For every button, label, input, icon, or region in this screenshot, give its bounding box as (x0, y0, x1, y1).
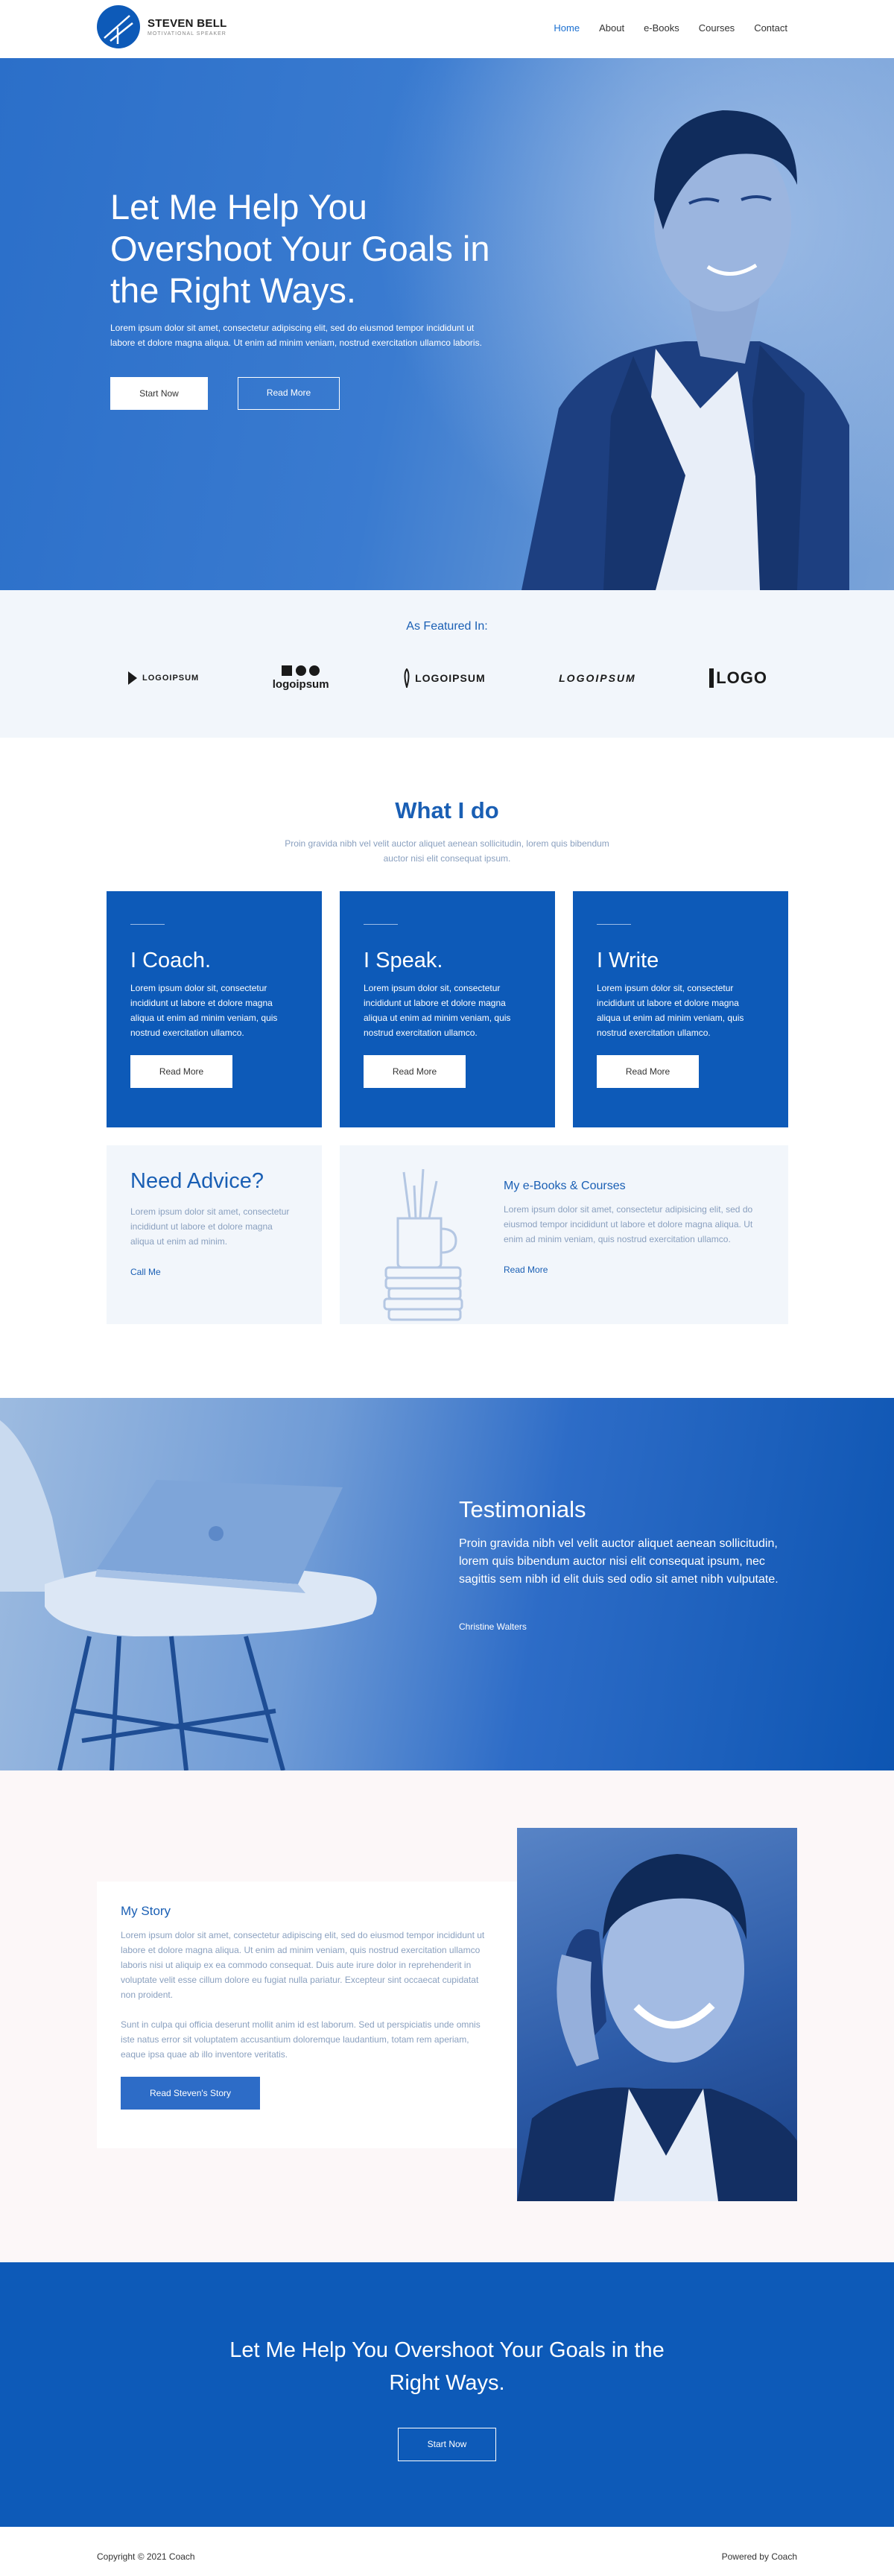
cta-start-now-button[interactable]: Start Now (398, 2428, 496, 2461)
advice-title: Need Advice? (130, 1169, 264, 1193)
main-nav: Home About e-Books Courses Contact (554, 22, 787, 34)
ebooks-read-more-link[interactable]: Read More (504, 1265, 757, 1275)
ebooks-title: My e-Books & Courses (504, 1180, 626, 1192)
card-divider (364, 924, 398, 925)
story-portrait-image (517, 1828, 797, 2201)
site-header: STEVEN BELL MOTIVATIONAL SPEAKER Home Ab… (0, 0, 894, 58)
card-divider (597, 924, 631, 925)
brand-name: STEVEN BELL (148, 17, 227, 30)
copyright-text: Copyright © 2021 Coach (97, 2551, 195, 2562)
featured-logo-1: LOGOIPSUM (127, 670, 199, 686)
what-subtitle: Proin gravida nibh vel velit auctor aliq… (285, 838, 609, 864)
featured-logo-5: LOGO (709, 668, 767, 688)
featured-logo-2: logoipsum (273, 665, 329, 691)
story-card: My Story Lorem ipsum dolor sit amet, con… (97, 1882, 517, 2148)
write-read-more-button[interactable]: Read More (597, 1055, 699, 1088)
featured-logo-3: LOGOIPSUM (402, 668, 486, 688)
advice-text: Lorem ipsum dolor sit amet, consectetur … (130, 1206, 290, 1247)
site-footer: Copyright © 2021 Coach Powered by Coach (0, 2527, 894, 2576)
featured-section: As Featured In: LOGOIPSUM logoipsum LOGO… (0, 590, 894, 738)
story-title: My Story (121, 1904, 171, 1918)
card-title: I Speak. (364, 949, 443, 972)
story-section: My Story Lorem ipsum dolor sit amet, con… (0, 1770, 894, 2262)
testimonial-author: Christine Walters (459, 1621, 527, 1632)
logo-feather-icon (404, 668, 410, 688)
card-text: Lorem ipsum dolor sit, consectetur incid… (364, 983, 511, 1038)
cta-title: Let Me Help You Overshoot Your Goals in … (229, 2338, 665, 2395)
logo-mark-icon (97, 5, 140, 48)
books-and-mug-icon (383, 1168, 463, 1321)
what-i-do-section: What I do Proin gravida nibh vel velit a… (0, 738, 894, 1398)
ebooks-text: Lorem ipsum dolor sit amet, consectetur … (504, 1204, 753, 1244)
brand-tagline: MOTIVATIONAL SPEAKER (148, 31, 226, 37)
story-paragraph-2: Sunt in culpa qui officia deserunt molli… (121, 2019, 481, 2060)
nav-item-courses[interactable]: Courses (699, 22, 735, 34)
card-divider (130, 924, 165, 925)
story-paragraph-1: Lorem ipsum dolor sit amet, consectetur … (121, 1930, 485, 2000)
card-text: Lorem ipsum dolor sit, consectetur incid… (130, 983, 278, 1038)
service-card-coach: I Coach. Lorem ipsum dolor sit, consecte… (107, 891, 322, 1127)
laptop-on-chair-image (0, 1420, 377, 1770)
ebooks-box: My e-Books & Courses Lorem ipsum dolor s… (340, 1145, 788, 1324)
testimonial-quote: Proin gravida nibh vel velit auctor aliq… (459, 1537, 779, 1586)
logo-triangle-icon (128, 671, 137, 685)
powered-by-text: Powered by Coach (721, 2551, 797, 2562)
brand-logo[interactable]: STEVEN BELL MOTIVATIONAL SPEAKER (97, 5, 227, 48)
read-story-button[interactable]: Read Steven's Story (121, 2077, 260, 2110)
read-more-button[interactable]: Read More (238, 377, 340, 410)
nav-item-ebooks[interactable]: e-Books (644, 22, 679, 34)
start-now-button[interactable]: Start Now (110, 377, 208, 410)
testimonials-title: Testimonials (459, 1496, 586, 1522)
featured-logo-4: LOGOIPSUM (559, 671, 636, 684)
service-card-speak: I Speak. Lorem ipsum dolor sit, consecte… (340, 891, 555, 1127)
service-card-write: I Write Lorem ipsum dolor sit, consectet… (573, 891, 788, 1127)
speak-read-more-button[interactable]: Read More (364, 1055, 466, 1088)
card-title: I Coach. (130, 949, 211, 972)
nav-item-contact[interactable]: Contact (754, 22, 787, 34)
hero-text: Lorem ipsum dolor sit amet, consectetur … (110, 323, 482, 348)
what-title: What I do (395, 797, 499, 823)
coach-read-more-button[interactable]: Read More (130, 1055, 232, 1088)
nav-item-home[interactable]: Home (554, 22, 580, 34)
nav-item-about[interactable]: About (599, 22, 624, 34)
advice-box: Need Advice? Lorem ipsum dolor sit amet,… (107, 1145, 322, 1324)
call-me-link[interactable]: Call Me (130, 1267, 298, 1277)
hero-title: Let Me Help You Overshoot Your Goals in … (110, 187, 490, 310)
card-title: I Write (597, 949, 659, 972)
card-text: Lorem ipsum dolor sit, consectetur incid… (597, 983, 744, 1038)
hero-section: Let Me Help You Overshoot Your Goals in … (0, 58, 894, 590)
featured-title: As Featured In: (406, 620, 488, 633)
logo-shapes-icon (281, 665, 320, 676)
cta-section: Let Me Help You Overshoot Your Goals in … (0, 2262, 894, 2527)
testimonials-section: Testimonials Proin gravida nibh vel veli… (0, 1398, 894, 1770)
featured-logos: LOGOIPSUM logoipsum LOGOIPSUM LOGOIPSUM … (127, 665, 767, 691)
